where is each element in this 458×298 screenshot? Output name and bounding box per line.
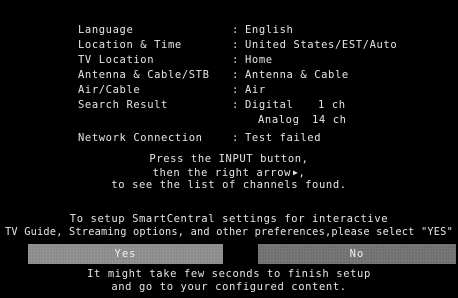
digital-label: Digital <box>245 99 294 111</box>
summary-label: TV Location <box>78 54 155 66</box>
summary-colon: : <box>232 39 239 51</box>
instruction-line-1: Press the INPUT button, <box>149 153 309 165</box>
summary-value: United States/EST/Auto <box>245 39 398 51</box>
summary-colon: : <box>232 69 239 81</box>
digital-count: 1 ch <box>318 99 346 111</box>
yes-button[interactable]: Yes <box>28 244 223 264</box>
summary-label: Language <box>78 24 134 36</box>
summary-colon: : <box>232 54 239 66</box>
summary-value: Home <box>245 54 273 66</box>
summary-value: Antenna & Cable <box>245 69 349 81</box>
footer-line-2: and go to your configured content. <box>111 281 347 293</box>
analog-label: Analog <box>258 114 300 126</box>
no-button[interactable]: No <box>258 244 456 264</box>
instruction-line-3: to see the list of channels found. <box>111 179 347 191</box>
summary-colon: : <box>232 99 239 111</box>
summary-label: Air/Cable <box>78 84 141 96</box>
summary-label: Location & Time <box>78 39 182 51</box>
instruction-line-2-text: then the right arrow <box>152 167 292 179</box>
smartcentral-line-2: TV Guide, Streaming options, and other p… <box>5 226 453 238</box>
summary-value: Test failed <box>245 132 322 144</box>
summary-label: Antenna & Cable/STB <box>78 69 210 81</box>
summary-label: Search Result <box>78 99 168 111</box>
setup-summary-screen: Language : English Location & Time : Uni… <box>0 0 458 298</box>
summary-colon: : <box>232 84 239 96</box>
summary-label: Network Connection <box>78 132 203 144</box>
instruction-line-2: then the right arrow ▶, <box>0 166 458 180</box>
smartcentral-line-1: To setup SmartCentral settings for inter… <box>69 213 389 225</box>
analog-count: 14 ch <box>312 114 347 126</box>
summary-value: English <box>245 24 294 36</box>
summary-colon: : <box>232 24 239 36</box>
summary-colon: : <box>232 132 239 144</box>
summary-value: Air <box>245 84 266 96</box>
instruction-line-2-end: , <box>298 167 306 179</box>
footer-line-1: It might take few seconds to finish setu… <box>87 268 371 280</box>
